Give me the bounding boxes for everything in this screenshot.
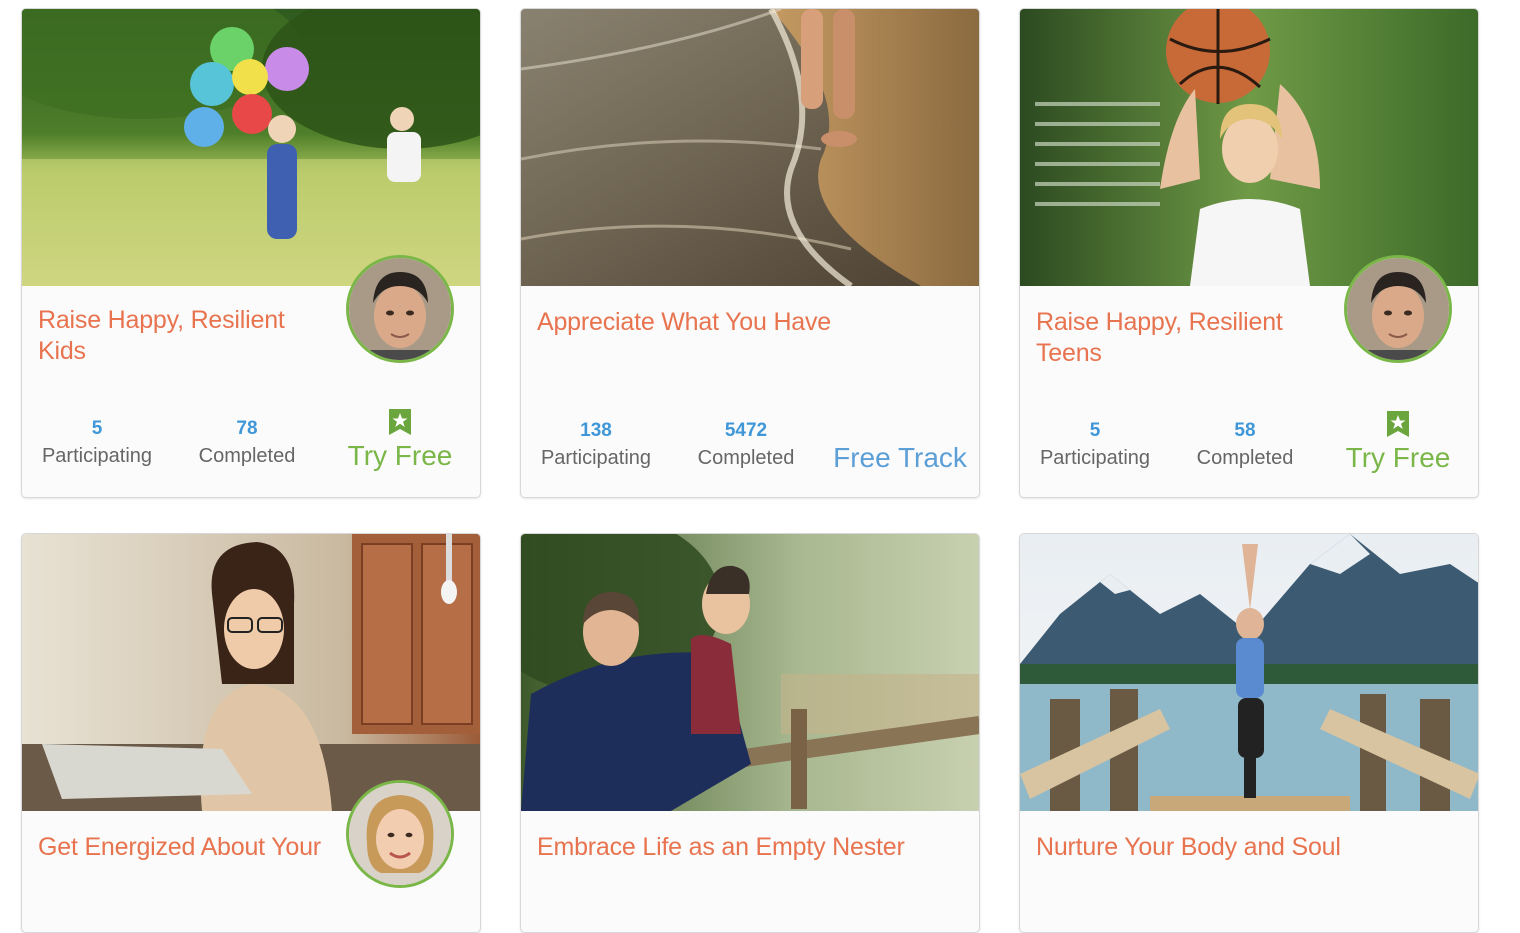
woman-reading-photo[interactable] <box>22 534 480 811</box>
free-track-button[interactable]: Free Track <box>827 441 973 475</box>
free-track-label[interactable]: Free Track <box>827 441 973 475</box>
completed-stat: 5472 Completed <box>681 419 811 473</box>
participating-stat: 5 Participating <box>1030 419 1160 473</box>
completed-stat: 58 Completed <box>1180 419 1310 473</box>
try-free-label[interactable]: Try Free <box>340 439 460 473</box>
participating-label: Participating <box>1039 447 1151 469</box>
couple-on-bridge-photo[interactable] <box>521 534 979 811</box>
track-card[interactable]: Get Energized About Your <box>21 533 481 933</box>
try-free-label[interactable]: Try Free <box>1338 441 1458 475</box>
track-card[interactable]: Nurture Your Body and Soul <box>1019 533 1479 933</box>
try-free-button[interactable]: Try Free <box>1338 411 1458 475</box>
try-free-button[interactable]: Try Free <box>340 409 460 473</box>
card-title[interactable]: Get Energized About Your <box>38 832 338 863</box>
completed-label: Completed <box>697 447 795 469</box>
coach-male-avatar[interactable] <box>346 255 454 363</box>
star-badge-icon <box>389 409 411 435</box>
participating-count: 138 <box>580 420 612 441</box>
card-title[interactable]: Embrace Life as an Empty Nester <box>537 832 957 863</box>
kids-with-balloons-photo[interactable] <box>22 9 480 286</box>
completed-count: 78 <box>236 418 258 439</box>
track-card[interactable]: Appreciate What You Have 138 Participati… <box>520 8 980 498</box>
participating-label: Participating <box>41 445 153 467</box>
track-card[interactable]: Raise Happy, Resilient Teens 5 Participa… <box>1019 8 1479 498</box>
completed-count: 58 <box>1234 420 1256 441</box>
star-badge-icon <box>1387 411 1409 437</box>
participating-label: Participating <box>540 447 652 469</box>
participating-stat: 5 Participating <box>32 417 162 471</box>
yoga-by-lake-photo[interactable] <box>1020 534 1478 811</box>
card-title[interactable]: Nurture Your Body and Soul <box>1036 832 1456 863</box>
completed-count: 5472 <box>724 420 768 441</box>
card-title[interactable]: Appreciate What You Have <box>537 307 957 338</box>
participating-count: 5 <box>1089 420 1101 441</box>
completed-label: Completed <box>198 445 296 467</box>
coach-male-avatar[interactable] <box>1344 255 1452 363</box>
teen-basketball-photo[interactable] <box>1020 9 1478 286</box>
completed-stat: 78 Completed <box>182 417 312 471</box>
track-card[interactable]: Embrace Life as an Empty Nester <box>520 533 980 933</box>
card-title[interactable]: Raise Happy, Resilient Kids <box>38 305 338 367</box>
completed-label: Completed <box>1196 447 1294 469</box>
beach-walk-photo[interactable] <box>521 9 979 286</box>
participating-count: 5 <box>91 418 103 439</box>
track-card[interactable]: Raise Happy, Resilient Kids 5 Participat… <box>21 8 481 498</box>
card-title[interactable]: Raise Happy, Resilient Teens <box>1036 307 1316 369</box>
participating-stat: 138 Participating <box>531 419 661 473</box>
